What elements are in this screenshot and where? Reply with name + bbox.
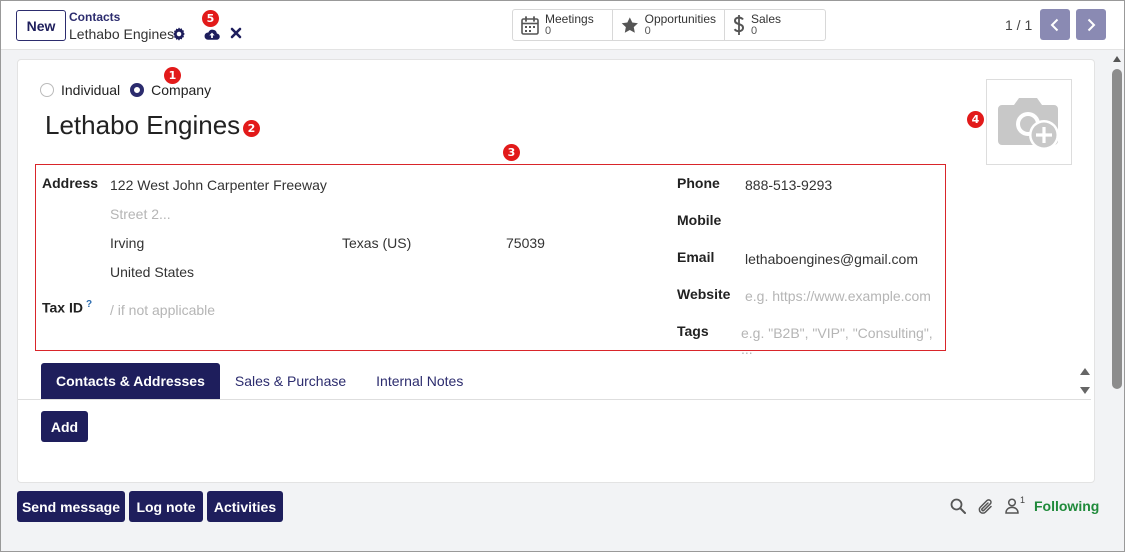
record-name-input[interactable]: Lethabo Engines [45, 110, 240, 141]
add-contact-button[interactable]: Add [41, 411, 88, 442]
annotation-badge-1: 1 [164, 67, 181, 84]
address-contact-group-highlight: Address 122 West John Carpenter Freeway … [35, 164, 946, 357]
calendar-icon [521, 15, 539, 35]
discard-x-icon[interactable] [230, 27, 242, 39]
search-icon[interactable] [950, 498, 966, 514]
phone-field[interactable]: 888-513-9293 [745, 177, 832, 193]
sales-smart-button[interactable]: Sales 0 [725, 10, 825, 40]
street2-field[interactable]: Street 2... [110, 206, 171, 222]
address-label: Address [42, 175, 99, 191]
opportunities-smart-button[interactable]: Opportunities 0 [613, 10, 725, 40]
individual-radio[interactable] [40, 83, 54, 97]
pager-previous-button[interactable] [1040, 9, 1070, 40]
scroll-down-arrow-icon[interactable] [1080, 387, 1090, 394]
opportunities-count: 0 [644, 25, 651, 37]
scroll-up-arrow-icon[interactable] [1080, 368, 1090, 375]
tax-id-help-tooltip[interactable]: ? [86, 299, 92, 310]
phone-label: Phone [677, 175, 720, 191]
scrollbar-thumb[interactable] [1112, 69, 1122, 389]
new-button[interactable]: New [16, 10, 66, 41]
sales-label: Sales [751, 12, 782, 26]
state-field[interactable]: Texas (US) [342, 235, 411, 251]
log-note-button[interactable]: Log note [129, 491, 203, 522]
tab-sales-purchase[interactable]: Sales & Purchase [220, 363, 361, 399]
annotation-badge-4: 4 [967, 111, 984, 128]
activities-button[interactable]: Activities [207, 491, 283, 522]
mobile-field[interactable] [745, 212, 935, 230]
followers-count: 1 [1020, 495, 1026, 505]
email-field[interactable]: lethaboengines@gmail.com [745, 251, 918, 267]
country-field[interactable]: United States [110, 264, 194, 280]
company-type-radio-group: Individual Company [40, 82, 221, 98]
tags-label: Tags [677, 323, 709, 339]
following-button[interactable]: Following [1034, 498, 1099, 514]
tab-contacts-addresses[interactable]: Contacts & Addresses [41, 363, 220, 399]
meetings-count: 0 [545, 25, 552, 37]
annotation-badge-3: 3 [503, 144, 520, 161]
email-label: Email [677, 249, 715, 265]
gear-icon[interactable] [172, 27, 186, 41]
avatar-upload[interactable] [986, 79, 1072, 165]
scrollbar-up-arrow-icon[interactable] [1113, 56, 1121, 62]
annotation-badge-2: 2 [243, 120, 260, 137]
star-icon [621, 17, 638, 33]
tab-internal-notes[interactable]: Internal Notes [361, 363, 478, 399]
breadcrumb-current: Lethabo Engines [69, 26, 175, 42]
breadcrumb-parent-link[interactable]: Contacts [69, 10, 120, 24]
notebook-tabs: Contacts & Addresses Sales & Purchase In… [41, 363, 478, 400]
send-message-button[interactable]: Send message [17, 491, 125, 522]
zip-field[interactable]: 75039 [506, 235, 545, 251]
meetings-smart-button[interactable]: Meetings 0 [513, 10, 613, 40]
tax-id-label-text: Tax ID [42, 299, 83, 316]
individual-radio-label[interactable]: Individual [61, 82, 120, 98]
dollar-icon [733, 15, 745, 35]
followers-icon[interactable] [1005, 498, 1019, 514]
pager-value[interactable]: 1 / 1 [1005, 17, 1032, 33]
website-field[interactable]: e.g. https://www.example.com [745, 288, 931, 304]
company-radio[interactable] [130, 83, 145, 97]
tab-divider [18, 399, 1091, 400]
tags-field[interactable]: e.g. "B2B", "VIP", "Consulting", ... [741, 325, 945, 357]
cloud-upload-icon[interactable] [204, 27, 220, 41]
paperclip-icon[interactable] [978, 498, 994, 515]
camera-add-icon [998, 98, 1059, 150]
tax-id-field[interactable]: / if not applicable [110, 302, 215, 318]
form-sheet: Individual Company 1 Lethabo Engines 2 4… [17, 59, 1095, 483]
meetings-label: Meetings [545, 12, 594, 26]
smart-buttons: Meetings 0 Opportunities 0 Sales 0 [512, 9, 826, 41]
chevron-left-icon [1050, 18, 1059, 31]
control-panel: New Contacts Lethabo Engines 5 Meetings 0… [1, 1, 1124, 50]
opportunities-label: Opportunities [644, 12, 716, 26]
street-field[interactable]: 122 West John Carpenter Freeway [110, 177, 327, 193]
company-radio-label[interactable]: Company [151, 82, 211, 98]
mobile-label: Mobile [677, 212, 722, 228]
tax-id-label: Tax ID? [42, 299, 92, 316]
pager-next-button[interactable] [1076, 9, 1106, 40]
sales-count: 0 [751, 25, 758, 37]
annotation-badge-5: 5 [202, 10, 219, 27]
website-label: Website [677, 286, 731, 302]
chevron-right-icon [1087, 18, 1096, 31]
city-field[interactable]: Irving [110, 235, 144, 251]
